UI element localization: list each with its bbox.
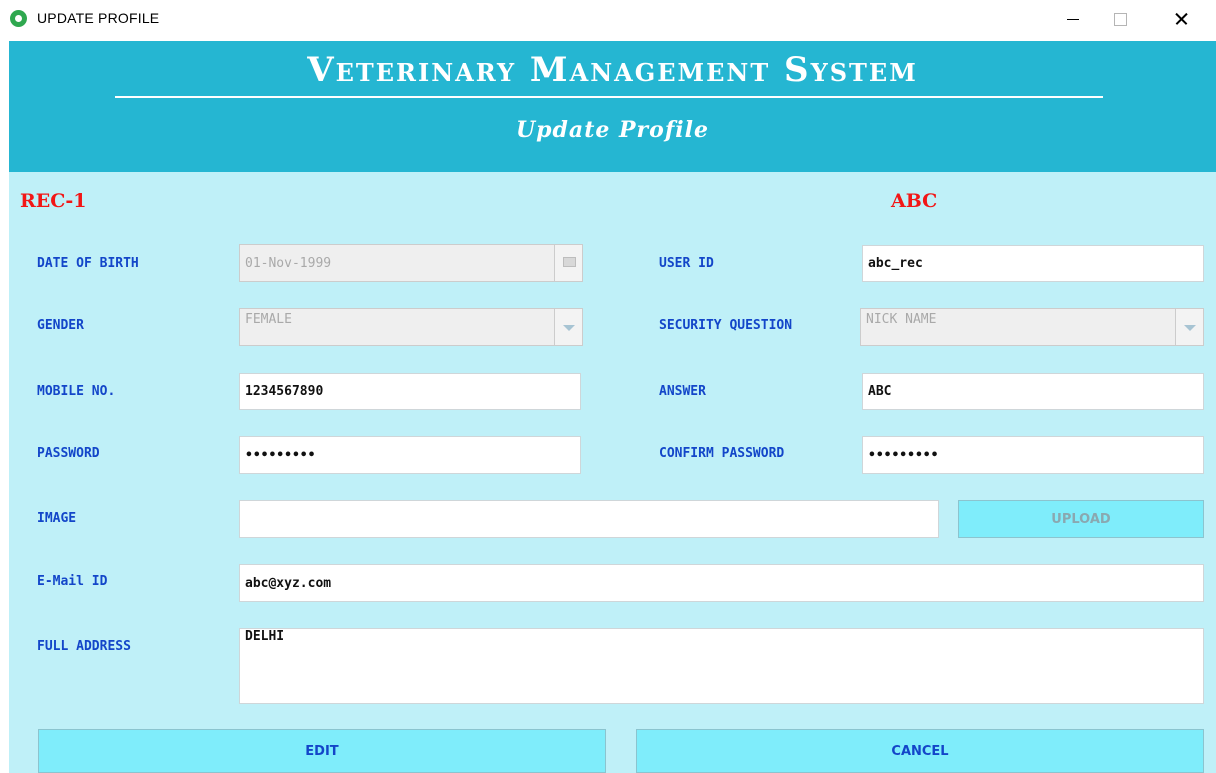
dob-field[interactable]: 01-Nov-1999 xyxy=(239,244,583,282)
gender-select[interactable]: FEMALE xyxy=(239,308,583,346)
dob-value: 01-Nov-1999 xyxy=(245,255,332,271)
chevron-down-icon xyxy=(1184,325,1196,331)
security-question-select[interactable]: NICK NAME xyxy=(860,308,1204,346)
calendar-icon xyxy=(563,257,576,267)
gender-label: GENDER xyxy=(37,318,84,333)
cancel-button[interactable]: CANCEL xyxy=(636,729,1204,773)
upload-button[interactable]: UPLOAD xyxy=(958,500,1204,538)
maximize-button[interactable] xyxy=(1097,0,1143,38)
dob-label: DATE OF BIRTH xyxy=(37,256,139,271)
security-question-label: SECURITY QUESTION xyxy=(659,318,793,333)
answer-input[interactable]: ABC xyxy=(862,373,1204,410)
form-panel: REC-1 ABC DATE OF BIRTH 01-Nov-1999 GEND… xyxy=(9,172,1216,773)
mobile-input[interactable]: 1234567890 xyxy=(239,373,581,410)
address-label: FULL ADDRESS xyxy=(37,639,131,654)
address-textarea[interactable]: DELHI xyxy=(239,628,1204,704)
confirm-password-input[interactable]: ••••••••• xyxy=(862,436,1204,474)
user-id-label: USER ID xyxy=(659,256,714,271)
security-question-dropdown-button[interactable] xyxy=(1175,309,1203,345)
email-input[interactable]: abc@xyz.com xyxy=(239,564,1204,602)
password-input[interactable]: ••••••••• xyxy=(239,436,581,474)
page-subtitle: Update Profile xyxy=(515,117,709,143)
app-logo-icon xyxy=(10,10,27,27)
answer-label: ANSWER xyxy=(659,384,706,399)
password-label: PASSWORD xyxy=(37,446,100,461)
security-question-value: NICK NAME xyxy=(866,312,937,327)
user-id-input[interactable]: abc_rec xyxy=(862,245,1204,282)
mobile-label: MOBILE NO. xyxy=(37,384,116,399)
image-label: IMAGE xyxy=(37,511,77,526)
edit-button[interactable]: EDIT xyxy=(38,729,606,773)
user-name: ABC xyxy=(891,190,938,212)
minimize-button[interactable] xyxy=(1050,0,1096,38)
confirm-password-label: CONFIRM PASSWORD xyxy=(659,446,785,461)
image-path-input[interactable] xyxy=(239,500,939,538)
dob-picker-button[interactable] xyxy=(554,245,582,281)
gender-dropdown-button[interactable] xyxy=(554,309,582,345)
gender-value: FEMALE xyxy=(245,312,292,327)
title-underline xyxy=(115,96,1103,98)
header-banner: Veterinary Management System Update Prof… xyxy=(9,41,1216,172)
window-title: UPDATE PROFILE xyxy=(37,10,160,26)
record-id: REC-1 xyxy=(20,190,87,212)
close-button[interactable] xyxy=(1158,0,1204,38)
window-titlebar: UPDATE PROFILE xyxy=(0,0,1216,40)
email-label: E-Mail ID xyxy=(37,574,108,589)
app-title: Veterinary Management System xyxy=(307,50,918,90)
chevron-down-icon xyxy=(563,325,575,331)
